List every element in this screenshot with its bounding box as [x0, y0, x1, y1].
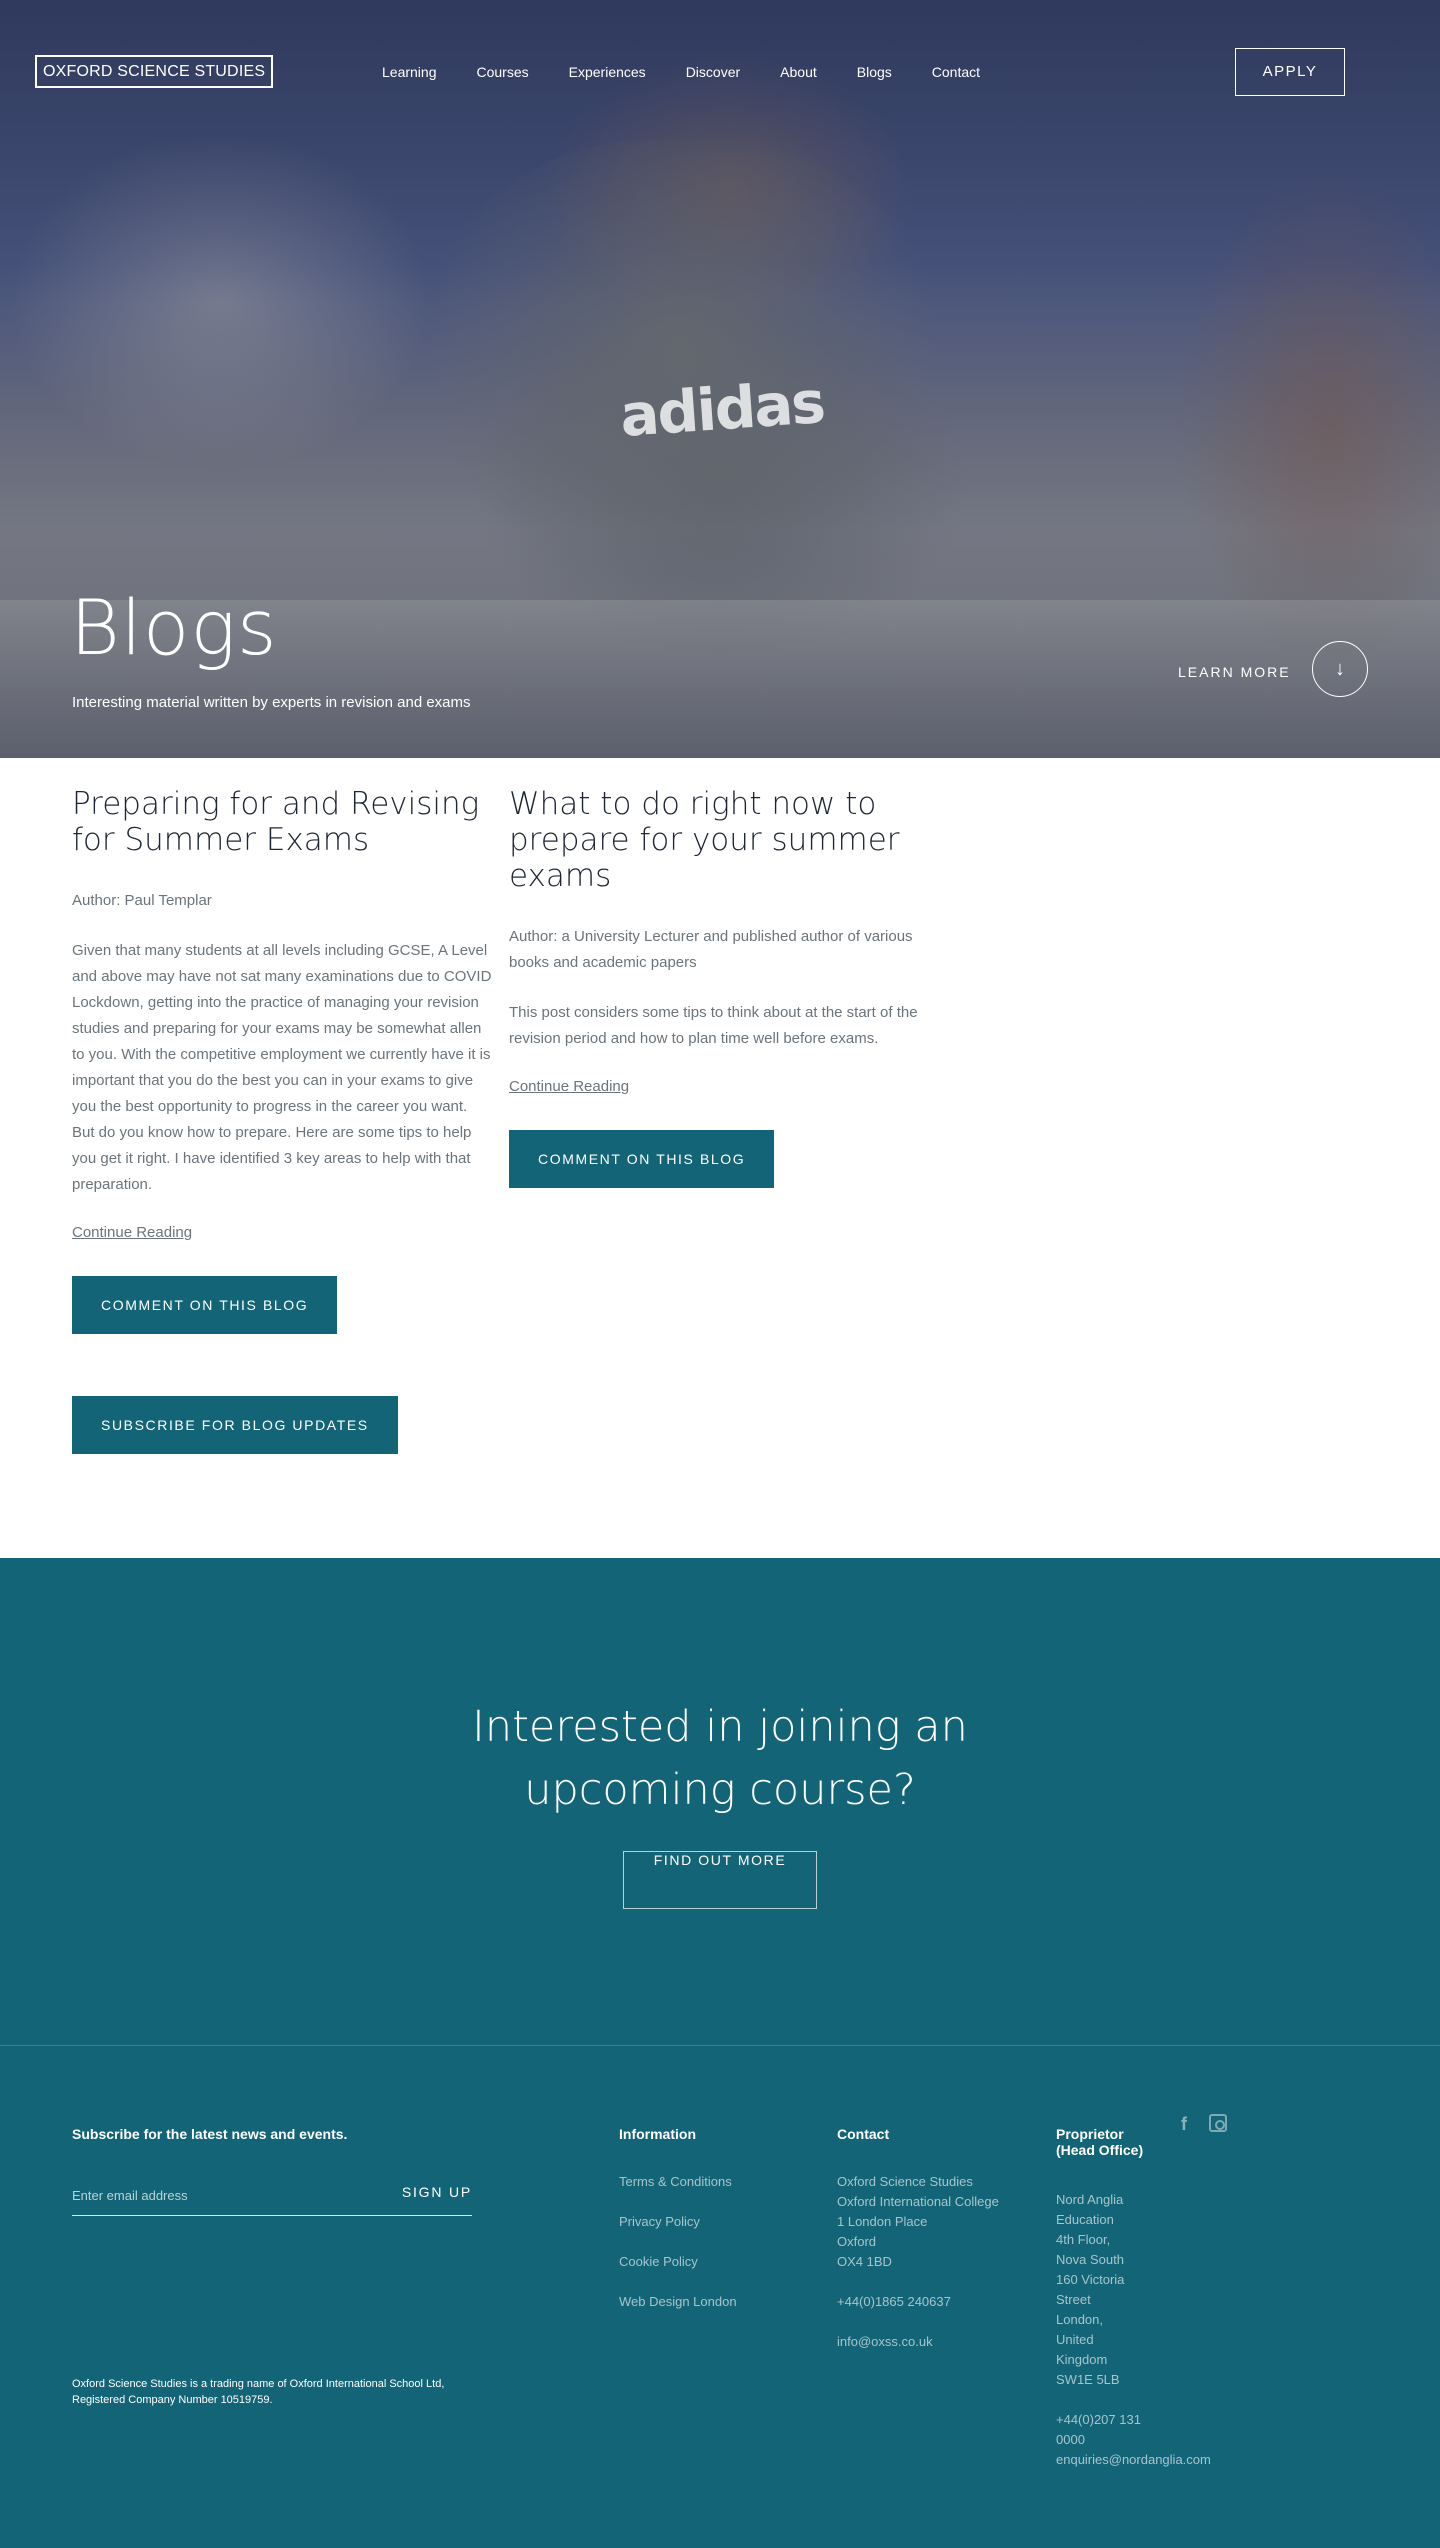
nav-item-discover[interactable]: Discover: [686, 60, 740, 84]
cta-heading: Interested in joining an upcoming course…: [0, 1696, 1440, 1822]
address-line: 4th Floor,: [1056, 2232, 1111, 2247]
hero-section: adidas OXFORD SCIENCE STUDIES Learning C…: [0, 0, 1440, 758]
blog-post-excerpt: This post considers some tips to think a…: [509, 1004, 918, 1047]
footer-proprietor-column: Proprietor (Head Office) Nord Anglia Edu…: [1056, 2126, 1211, 2470]
main-navigation: OXFORD SCIENCE STUDIES Learning Courses …: [0, 0, 1440, 144]
blog-posts-section: Preparing for and Revising for Summer Ex…: [0, 758, 1440, 1558]
apply-button[interactable]: APPLY: [1235, 48, 1345, 96]
instagram-icon-frame: [1209, 2114, 1227, 2132]
nav-item-experiences[interactable]: Experiences: [569, 60, 646, 84]
proprietor-phone-line2: 0000: [1056, 2432, 1085, 2447]
continue-reading-link[interactable]: Continue Reading: [72, 1224, 192, 1241]
contact-heading: Contact: [837, 2126, 890, 2142]
nav-menu: Learning Courses Experiences Discover Ab…: [382, 60, 1020, 84]
newsletter-heading: Subscribe for the latest news and events…: [72, 2126, 348, 2142]
address-line: London,: [1056, 2312, 1103, 2327]
contact-address: Oxford Science Studies Oxford Internatio…: [837, 2172, 999, 2272]
cta-heading-line1: Interested in joining an: [472, 1702, 968, 1752]
blog-post-title[interactable]: What to do right now to prepare for your…: [509, 786, 929, 894]
proprietor-heading-line1: Proprietor: [1056, 2126, 1124, 2142]
site-logo[interactable]: OXFORD SCIENCE STUDIES: [35, 55, 274, 88]
arrow-down-icon[interactable]: ↓: [1312, 641, 1368, 697]
sign-up-button[interactable]: SIGN UP: [402, 2184, 472, 2200]
address-line: Oxford: [837, 2234, 877, 2249]
blog-post: Preparing for and Revising for Summer Ex…: [72, 786, 492, 1334]
subscribe-blog-updates-button[interactable]: SUBSCRIBE FOR BLOG UPDATES: [72, 1396, 398, 1454]
cta-heading-line2: upcoming course?: [524, 1765, 916, 1815]
information-heading: Information: [619, 2126, 696, 2142]
blog-post-author: Author: a University Lecturer and publis…: [509, 928, 913, 971]
contact-phone-link[interactable]: +44(0)1865 240637: [837, 2292, 999, 2312]
legal-notice-line1: Oxford Science Studies is a trading name…: [72, 2378, 445, 2390]
address-line: SW1E 5LB: [1056, 2372, 1120, 2387]
page-title: Blogs: [70, 583, 278, 672]
proprietor-phone-line1: +44(0)207 131: [1056, 2412, 1141, 2427]
proprietor-heading: Proprietor (Head Office): [1056, 2126, 1166, 2158]
address-line: Street: [1056, 2292, 1091, 2307]
address-line: Nord Anglia: [1056, 2192, 1124, 2207]
contact-email-link[interactable]: info@oxss.co.uk: [837, 2332, 999, 2352]
page-subtitle: Interesting material written by experts …: [72, 694, 471, 711]
site-footer: Subscribe for the latest news and events…: [0, 2046, 1440, 2548]
facebook-icon[interactable]: f: [1174, 2114, 1194, 2134]
blog-post-author: Author: Paul Templar: [72, 892, 212, 909]
cookie-policy-link[interactable]: Cookie Policy: [619, 2252, 737, 2272]
address-line: Oxford International College: [837, 2194, 999, 2209]
address-line: 1 London Place: [837, 2214, 928, 2229]
instagram-icon[interactable]: [1209, 2114, 1229, 2134]
proprietor-email-link[interactable]: enquiries@nordanglia.com: [1056, 2450, 1211, 2470]
privacy-policy-link[interactable]: Privacy Policy: [619, 2212, 737, 2232]
comment-on-blog-button[interactable]: COMMENT ON THIS BLOG: [72, 1276, 338, 1334]
address-line: OX4 1BD: [837, 2254, 892, 2269]
newsletter-form: SIGN UP: [72, 2176, 472, 2216]
blog-post-excerpt: Given that many students at all levels i…: [72, 942, 492, 1193]
web-design-link[interactable]: Web Design London: [619, 2292, 737, 2312]
address-line: Oxford Science Studies: [837, 2174, 973, 2189]
course-cta-section: Interested in joining an upcoming course…: [0, 1558, 1440, 2046]
footer-contact-column: Contact Oxford Science Studies Oxford In…: [837, 2126, 999, 2352]
comment-on-blog-button[interactable]: COMMENT ON THIS BLOG: [509, 1130, 775, 1188]
proprietor-heading-line2: (Head Office): [1056, 2142, 1144, 2158]
blog-post: What to do right now to prepare for your…: [509, 786, 929, 1188]
nav-item-blogs[interactable]: Blogs: [857, 60, 892, 84]
proprietor-address: Nord Anglia Education 4th Floor, Nova So…: [1056, 2190, 1166, 2390]
legal-notice: Oxford Science Studies is a trading name…: [72, 2376, 492, 2408]
address-line: Education: [1056, 2212, 1114, 2227]
terms-link[interactable]: Terms & Conditions: [619, 2172, 737, 2192]
address-line: Nova South: [1056, 2252, 1124, 2267]
address-line: United: [1056, 2332, 1094, 2347]
find-out-more-button[interactable]: FIND OUT MORE: [623, 1851, 817, 1909]
nav-item-learning[interactable]: Learning: [382, 60, 437, 84]
nav-item-about[interactable]: About: [780, 60, 817, 84]
legal-notice-line2: Registered Company Number 10519759.: [72, 2394, 273, 2406]
blog-post-title[interactable]: Preparing for and Revising for Summer Ex…: [72, 786, 492, 858]
address-line: Kingdom: [1056, 2352, 1108, 2367]
address-line: 160 Victoria: [1056, 2272, 1125, 2287]
learn-more-link[interactable]: LEARN MORE: [1178, 664, 1291, 680]
nav-item-courses[interactable]: Courses: [477, 60, 529, 84]
continue-reading-link[interactable]: Continue Reading: [509, 1078, 629, 1095]
nav-item-contact[interactable]: Contact: [932, 60, 980, 84]
proprietor-phone-link[interactable]: +44(0)207 131 0000: [1056, 2410, 1166, 2450]
footer-information-column: Information Terms & Conditions Privacy P…: [619, 2126, 737, 2312]
email-field[interactable]: [72, 2176, 372, 2214]
